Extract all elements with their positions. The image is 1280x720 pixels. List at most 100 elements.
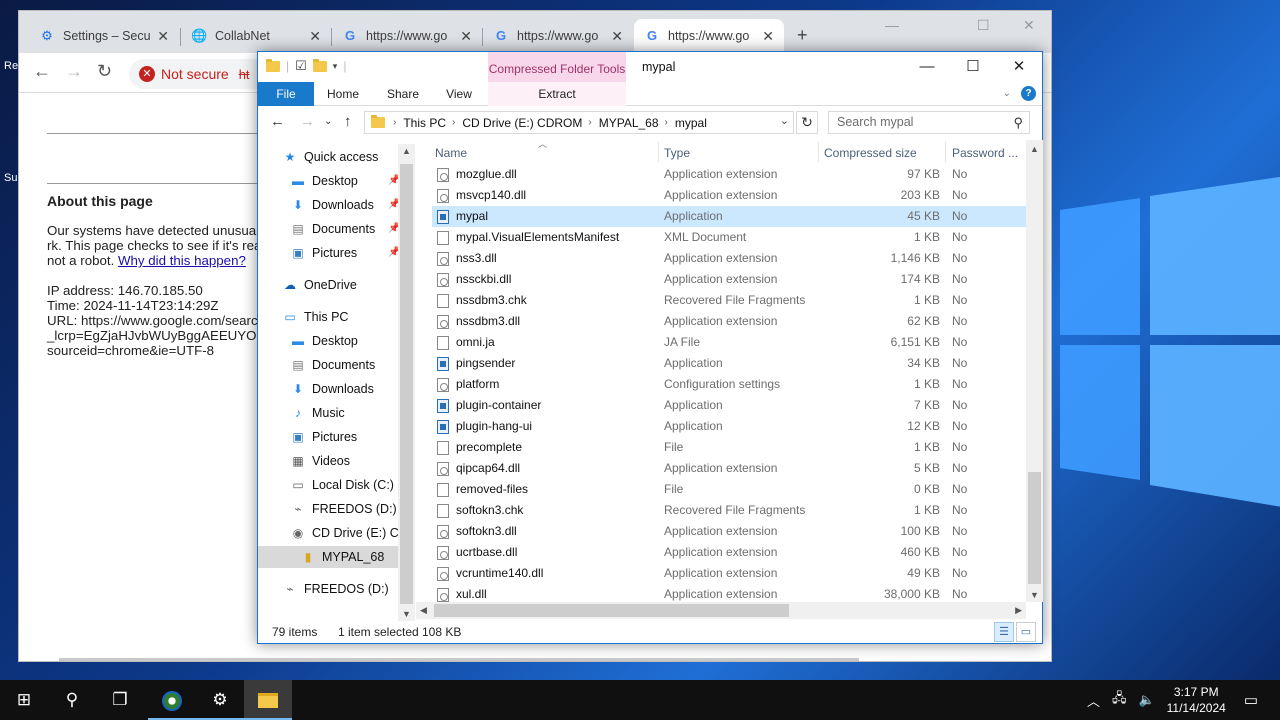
close-icon[interactable]: ✕	[611, 28, 623, 45]
file-row[interactable]: softokn3.dll Application extension 100 KB N…	[432, 521, 1026, 542]
chrome-tab[interactable]: ⚙ Settings – Secu ✕	[29, 19, 179, 53]
tab-file[interactable]: File	[258, 82, 314, 106]
file-row[interactable]: platform Configuration settings 1 KB No	[432, 374, 1026, 395]
nav-item-local-disk[interactable]: ▭ Local Disk (C:)	[290, 474, 394, 496]
file-row[interactable]: ucrtbase.dll Application extension 460 KB N…	[432, 542, 1026, 563]
scroll-thumb[interactable]	[400, 164, 413, 604]
search-icon[interactable]: ⚲	[48, 680, 96, 720]
chevron-down-icon[interactable]: ▾	[333, 61, 338, 72]
breadcrumb-item[interactable]: This PC	[403, 116, 446, 130]
nav-item-onedrive[interactable]: ☁ OneDrive	[282, 274, 357, 296]
recent-locations-icon[interactable]: ⌄	[324, 116, 332, 127]
reload-icon[interactable]: ↻	[97, 61, 112, 82]
breadcrumb-item[interactable]: MYPAL_68	[599, 116, 659, 130]
breadcrumb-item[interactable]: CD Drive (E:) CDROM	[462, 116, 582, 130]
forward-icon[interactable]: →	[300, 113, 315, 130]
forward-icon[interactable]: →	[65, 61, 83, 82]
new-folder-icon[interactable]	[312, 58, 327, 72]
tab-extract[interactable]: Extract	[488, 82, 626, 106]
task-view-icon[interactable]: ❐	[96, 680, 144, 720]
horizontal-scrollbar[interactable]: ◀ ▶	[416, 602, 1026, 619]
tab-view[interactable]: View	[436, 82, 482, 106]
why-link[interactable]: Why did this happen?	[118, 253, 246, 268]
file-row[interactable]: precomplete File 1 KB No	[432, 437, 1026, 458]
scroll-thumb[interactable]	[434, 604, 789, 617]
nav-item-pictures[interactable]: ▣ Pictures 📌	[290, 242, 400, 264]
nav-item-documents[interactable]: ▤ Documents 📌	[290, 218, 400, 240]
up-icon[interactable]: ↑	[344, 113, 352, 130]
nav-item-pictures[interactable]: ▣ Pictures	[290, 426, 357, 448]
nav-item-desktop[interactable]: ▬ Desktop 📌	[290, 170, 400, 192]
file-row[interactable]: softokn3.chk Recovered File Fragments 1 KB…	[432, 500, 1026, 521]
chrome-tab[interactable]: 🌐 CollabNet ✕	[181, 19, 331, 53]
file-row[interactable]: qipcap64.dll Application extension 5 KB No	[432, 458, 1026, 479]
notifications-icon[interactable]: ▭	[1244, 691, 1258, 709]
scroll-down-icon[interactable]: ▼	[402, 609, 411, 619]
horizontal-scrollbar[interactable]	[59, 658, 859, 661]
close-icon[interactable]: ✕	[762, 28, 774, 45]
close-icon[interactable]: ✕	[460, 28, 472, 45]
close-icon[interactable]: ✕	[1023, 17, 1035, 34]
vertical-scrollbar[interactable]: ▲ ▼	[1026, 140, 1043, 602]
search-input[interactable]: Search mypal ⚲	[828, 111, 1030, 134]
nav-item-music[interactable]: ♪ Music	[290, 402, 345, 424]
address-bar[interactable]: › This PC › CD Drive (E:) CDROM › MYPAL_…	[364, 111, 794, 134]
file-row[interactable]: nss3.dll Application extension 1,146 KB No	[432, 248, 1026, 269]
help-icon[interactable]: ?	[1021, 86, 1036, 101]
file-row[interactable]: mypal.VisualElementsManifest XML Document…	[432, 227, 1026, 248]
scroll-left-icon[interactable]: ◀	[420, 605, 427, 616]
back-icon[interactable]: ←	[33, 61, 51, 82]
nav-scrollbar[interactable]: ▲ ▼	[398, 144, 415, 621]
nav-item-downloads[interactable]: ⬇ Downloads	[290, 378, 374, 400]
properties-icon[interactable]: ☑	[295, 58, 307, 74]
maximize-button[interactable]: ☐	[950, 55, 996, 79]
chrome-tab-active[interactable]: G https://www.go ✕	[634, 19, 784, 53]
column-compressed-size[interactable]: Compressed size	[824, 146, 917, 160]
file-row[interactable]: plugin-container Application 7 KB No	[432, 395, 1026, 416]
nav-item-this-pc[interactable]: ▭ This PC	[282, 306, 348, 328]
tab-home[interactable]: Home	[320, 82, 366, 106]
file-explorer-icon[interactable]	[244, 680, 292, 720]
new-tab-button[interactable]: +	[797, 25, 808, 46]
file-row[interactable]: mypal Application 45 KB No	[432, 206, 1026, 227]
minimize-button[interactable]: —	[904, 55, 950, 79]
back-icon[interactable]: ←	[270, 113, 285, 130]
file-row[interactable]: msvcp140.dll Application extension 203 KB N…	[432, 185, 1026, 206]
omnibox[interactable]: ✕ Not secure ht	[129, 59, 269, 89]
nav-item-freedos[interactable]: ⌁ FREEDOS (D:)	[290, 498, 396, 520]
close-icon[interactable]: ✕	[309, 28, 321, 45]
file-row[interactable]: mozglue.dll Application extension 97 KB No	[432, 164, 1026, 185]
chevron-down-icon[interactable]: ⌄	[780, 114, 789, 127]
clock[interactable]: 3:17 PM 11/14/2024	[1167, 684, 1226, 716]
scroll-thumb[interactable]	[1028, 472, 1041, 584]
refresh-button[interactable]: ↻	[796, 111, 818, 134]
minimize-icon[interactable]: —	[885, 17, 899, 33]
scroll-right-icon[interactable]: ▶	[1015, 605, 1022, 616]
file-row[interactable]: nssdbm3.chk Recovered File Fragments 1 KB N…	[432, 290, 1026, 311]
volume-muted-icon[interactable]: 🔈	[1138, 692, 1154, 708]
settings-icon[interactable]: ⚙	[196, 680, 244, 720]
chevron-down-icon[interactable]: ⌄	[1003, 88, 1011, 99]
file-row[interactable]: vcruntime140.dll Application extension 49 …	[432, 563, 1026, 584]
start-icon[interactable]: ⊞	[0, 680, 48, 720]
nav-item-freedos[interactable]: ⌁ FREEDOS (D:)	[282, 578, 388, 600]
column-type[interactable]: Type	[664, 146, 690, 160]
close-button[interactable]: ✕	[996, 55, 1042, 79]
scroll-up-icon[interactable]: ▲	[1030, 144, 1039, 154]
nav-item-mypal-68[interactable]: ▮ MYPAL_68	[258, 546, 398, 568]
file-row[interactable]: plugin-hang-ui Application 12 KB No	[432, 416, 1026, 437]
file-row[interactable]: nssdbm3.dll Application extension 62 KB No	[432, 311, 1026, 332]
file-row[interactable]: omni.ja JA File 6,151 KB No	[432, 332, 1026, 353]
nav-item-downloads[interactable]: ⬇ Downloads 📌	[290, 194, 400, 216]
nav-item-cd-drive[interactable]: ◉ CD Drive (E:) CD	[290, 522, 408, 544]
nav-item-documents[interactable]: ▤ Documents	[290, 354, 375, 376]
details-view-icon[interactable]: ☰	[994, 622, 1014, 642]
chevron-up-icon[interactable]: ︿	[1087, 691, 1100, 710]
network-icon[interactable]: 🖧	[1112, 689, 1127, 711]
scroll-up-icon[interactable]: ▲	[402, 146, 411, 156]
chrome-tab[interactable]: G https://www.go ✕	[332, 19, 482, 53]
tab-share[interactable]: Share	[380, 82, 426, 106]
file-row[interactable]: nssckbi.dll Application extension 174 KB No	[432, 269, 1026, 290]
breadcrumb-item[interactable]: mypal	[675, 116, 707, 130]
column-password[interactable]: Password ...	[952, 146, 1018, 160]
